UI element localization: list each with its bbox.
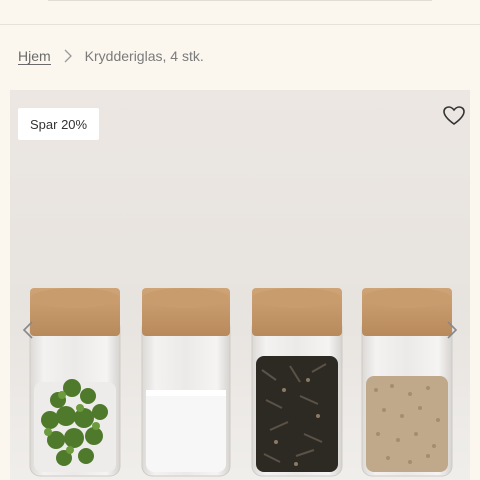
product-image-gallery[interactable]: Spar 20% bbox=[0, 90, 480, 480]
chevron-left-icon[interactable] bbox=[20, 318, 36, 342]
breadcrumb-current: Krydderiglas, 4 stk. bbox=[84, 48, 204, 64]
header-divider bbox=[48, 0, 432, 1]
product-image bbox=[10, 90, 470, 480]
heart-icon[interactable] bbox=[442, 104, 466, 128]
gallery-edge-left bbox=[0, 90, 10, 480]
jar-salt bbox=[141, 288, 231, 477]
jar-tea bbox=[251, 288, 343, 477]
breadcrumb: Hjem Krydderiglas, 4 stk. bbox=[18, 44, 204, 68]
jar-herbs bbox=[29, 288, 121, 477]
jar-seeds bbox=[361, 288, 453, 477]
top-bar bbox=[0, 0, 480, 25]
chevron-right-icon bbox=[64, 49, 72, 63]
gallery-edge-right bbox=[470, 90, 480, 480]
chevron-right-icon[interactable] bbox=[444, 318, 460, 342]
breadcrumb-home-link[interactable]: Hjem bbox=[18, 48, 51, 65]
discount-badge: Spar 20% bbox=[18, 108, 100, 140]
